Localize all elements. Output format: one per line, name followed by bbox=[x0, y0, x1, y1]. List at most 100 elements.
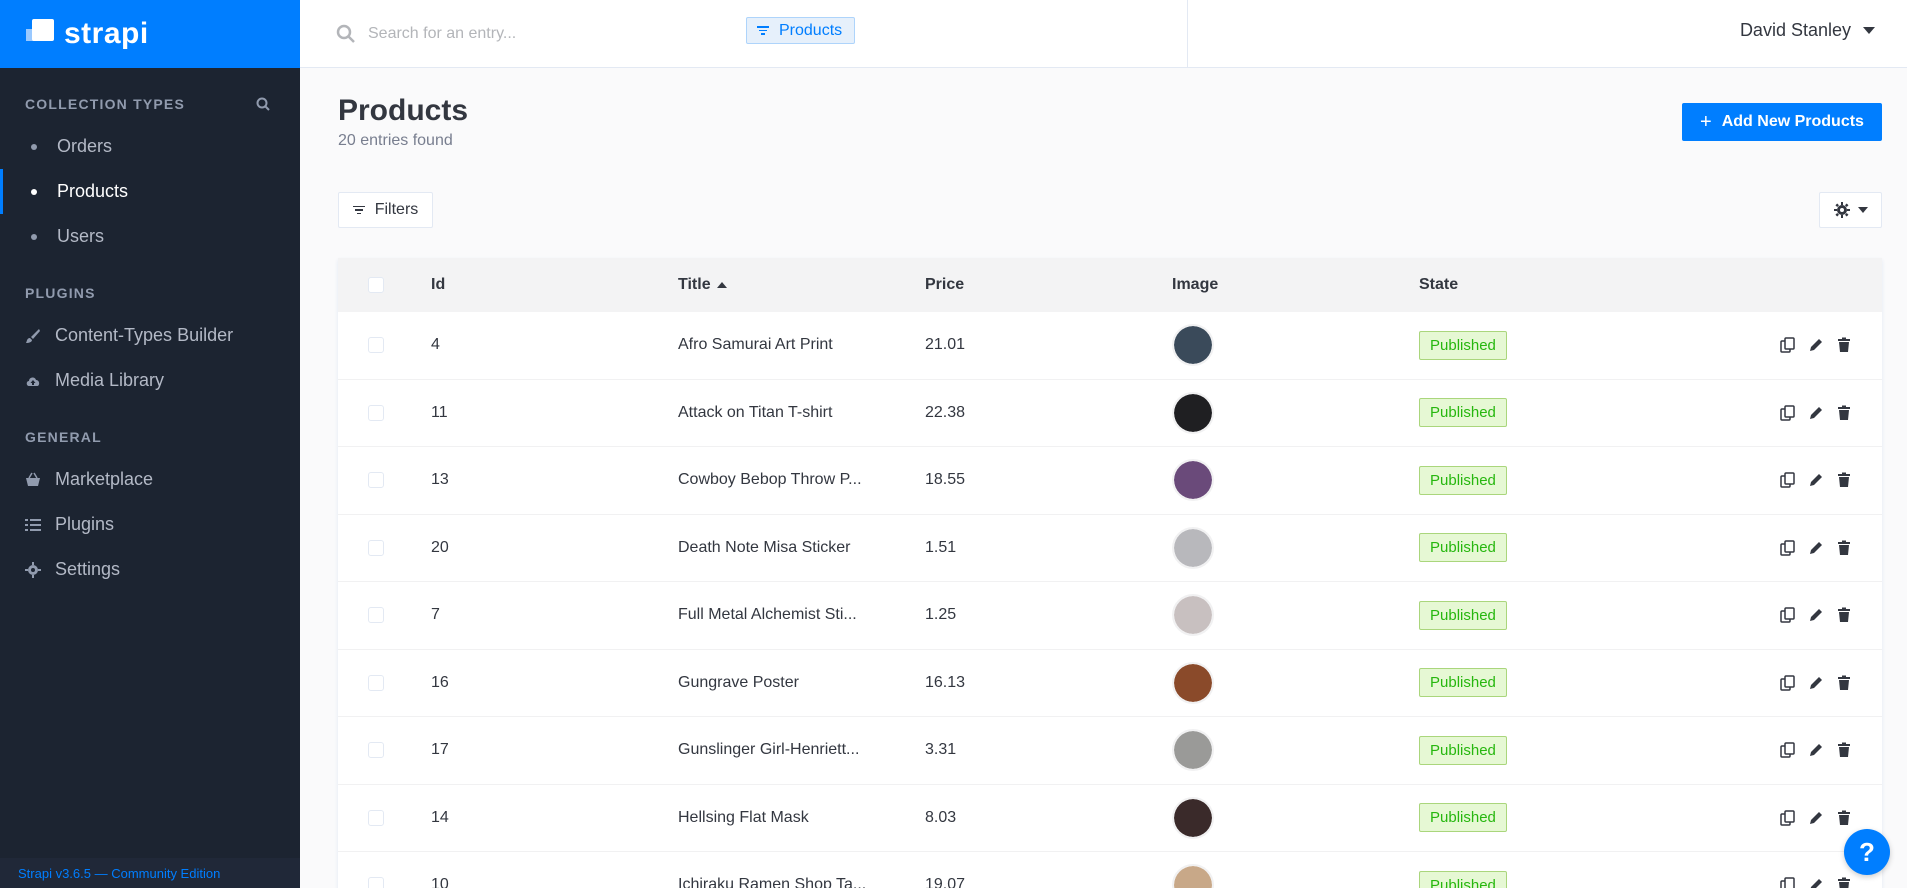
sidebar-item-content-types-builder[interactable]: Content-Types Builder bbox=[25, 313, 270, 358]
trash-icon[interactable] bbox=[1836, 405, 1852, 421]
status-badge: Published bbox=[1419, 803, 1507, 833]
sidebar-item-products[interactable]: Products bbox=[0, 169, 270, 214]
topbar: Search for an entry... Products David St… bbox=[300, 0, 1907, 68]
filters-button[interactable]: Filters bbox=[338, 192, 433, 228]
product-thumbnail bbox=[1172, 391, 1214, 434]
trash-icon[interactable] bbox=[1836, 607, 1852, 623]
duplicate-icon[interactable] bbox=[1780, 405, 1796, 421]
row-checkbox[interactable] bbox=[368, 404, 384, 421]
sidebar-item-media-library[interactable]: Media Library bbox=[25, 358, 270, 403]
table-body: 4 Afro Samurai Art Print 21.01 Published 11 A… bbox=[338, 312, 1882, 888]
cell-id: 14 bbox=[431, 808, 449, 826]
cell-price: 1.25 bbox=[925, 606, 957, 624]
search-icon bbox=[336, 24, 355, 43]
row-checkbox[interactable] bbox=[368, 877, 384, 888]
duplicate-icon[interactable] bbox=[1780, 877, 1796, 888]
status-badge: Published bbox=[1419, 330, 1507, 360]
status-badge: Published bbox=[1419, 533, 1507, 563]
table-row[interactable]: 17 Gunslinger Girl-Henriett... 3.31 Publish… bbox=[338, 717, 1882, 785]
column-header-price[interactable]: Price bbox=[925, 276, 1172, 294]
edit-icon[interactable] bbox=[1808, 810, 1824, 826]
column-header-state[interactable]: State bbox=[1419, 276, 1719, 294]
product-thumbnail bbox=[1172, 864, 1214, 888]
search-input[interactable]: Search for an entry... bbox=[368, 25, 516, 43]
user-menu[interactable]: David Stanley bbox=[1740, 20, 1875, 41]
cell-title: Ichiraku Ramen Shop Ta... bbox=[678, 876, 867, 888]
table-row[interactable]: 20 Death Note Misa Sticker 1.51 Published bbox=[338, 515, 1882, 582]
trash-icon[interactable] bbox=[1836, 810, 1852, 826]
general-heading: GENERAL bbox=[25, 429, 102, 445]
trash-icon[interactable] bbox=[1836, 675, 1852, 691]
row-checkbox[interactable] bbox=[368, 337, 384, 354]
bullet-icon bbox=[31, 143, 37, 150]
duplicate-icon[interactable] bbox=[1780, 472, 1796, 488]
add-new-button[interactable]: + Add New Products bbox=[1682, 103, 1882, 141]
table-row[interactable]: 7 Full Metal Alchemist Sti... 1.25 Publishe… bbox=[338, 582, 1882, 650]
cell-id: 10 bbox=[431, 876, 449, 888]
sidebar-item-marketplace[interactable]: Marketplace bbox=[25, 457, 270, 502]
edit-icon[interactable] bbox=[1808, 540, 1824, 556]
row-checkbox[interactable] bbox=[368, 539, 384, 556]
sidebar-item-settings[interactable]: Settings bbox=[25, 547, 270, 592]
edit-icon[interactable] bbox=[1808, 472, 1824, 488]
duplicate-icon[interactable] bbox=[1780, 810, 1796, 826]
cell-price: 18.55 bbox=[925, 471, 966, 489]
status-badge: Published bbox=[1419, 668, 1507, 698]
trash-icon[interactable] bbox=[1836, 540, 1852, 556]
help-button[interactable]: ? bbox=[1844, 829, 1890, 875]
row-checkbox[interactable] bbox=[368, 674, 384, 691]
row-checkbox[interactable] bbox=[368, 809, 384, 826]
edit-icon[interactable] bbox=[1808, 675, 1824, 691]
logo[interactable]: strapi bbox=[0, 0, 300, 68]
cell-id: 20 bbox=[431, 538, 449, 556]
sidebar-item-plugins[interactable]: Plugins bbox=[25, 502, 270, 547]
duplicate-icon[interactable] bbox=[1780, 540, 1796, 556]
product-thumbnail bbox=[1172, 324, 1214, 367]
settings-dropdown-button[interactable] bbox=[1819, 192, 1882, 228]
trash-icon[interactable] bbox=[1836, 742, 1852, 758]
entries-count: 20 entries found bbox=[338, 132, 453, 149]
select-all-checkbox[interactable] bbox=[368, 277, 384, 293]
cell-price: 16.13 bbox=[925, 673, 966, 691]
column-header-id[interactable]: Id bbox=[431, 276, 678, 294]
edit-icon[interactable] bbox=[1808, 607, 1824, 623]
table-row[interactable]: 14 Hellsing Flat Mask 8.03 Published bbox=[338, 785, 1882, 852]
chevron-down-icon bbox=[1857, 207, 1868, 213]
edit-icon[interactable] bbox=[1808, 337, 1824, 353]
duplicate-icon[interactable] bbox=[1780, 742, 1796, 758]
table-row[interactable]: 10 Ichiraku Ramen Shop Ta... 19.07 Publishe… bbox=[338, 852, 1882, 888]
duplicate-icon[interactable] bbox=[1780, 607, 1796, 623]
trash-icon[interactable] bbox=[1836, 472, 1852, 488]
status-badge: Published bbox=[1419, 465, 1507, 495]
plus-icon: + bbox=[1700, 110, 1712, 133]
table-header: Id Title Price Image State bbox=[338, 258, 1882, 312]
search-icon[interactable] bbox=[256, 97, 270, 111]
filter-icon bbox=[352, 205, 365, 215]
cell-title: Hellsing Flat Mask bbox=[678, 808, 809, 826]
trash-icon[interactable] bbox=[1836, 877, 1852, 888]
search-bar[interactable]: Search for an entry... Products bbox=[336, 0, 1188, 68]
column-header-image[interactable]: Image bbox=[1172, 276, 1419, 294]
row-checkbox[interactable] bbox=[368, 607, 384, 624]
table-row[interactable]: 4 Afro Samurai Art Print 21.01 Published bbox=[338, 312, 1882, 380]
gear-icon bbox=[25, 561, 41, 578]
edit-icon[interactable] bbox=[1808, 742, 1824, 758]
duplicate-icon[interactable] bbox=[1780, 675, 1796, 691]
bullet-icon bbox=[31, 233, 37, 240]
edit-icon[interactable] bbox=[1808, 877, 1824, 888]
table-row[interactable]: 11 Attack on Titan T-shirt 22.38 Published bbox=[338, 380, 1882, 447]
row-checkbox[interactable] bbox=[368, 472, 384, 489]
row-checkbox[interactable] bbox=[368, 742, 384, 759]
table-row[interactable]: 13 Cowboy Bebop Throw P... 18.55 Published bbox=[338, 447, 1882, 515]
duplicate-icon[interactable] bbox=[1780, 337, 1796, 353]
column-header-title[interactable]: Title bbox=[678, 276, 925, 294]
sidebar-item-users[interactable]: Users bbox=[25, 214, 270, 259]
filter-chip[interactable]: Products bbox=[746, 17, 856, 44]
table-row[interactable]: 16 Gungrave Poster 16.13 Published bbox=[338, 650, 1882, 717]
trash-icon[interactable] bbox=[1836, 337, 1852, 353]
edit-icon[interactable] bbox=[1808, 405, 1824, 421]
version-footer[interactable]: Strapi v3.6.5 — Community Edition bbox=[0, 858, 300, 888]
sidebar-item-orders[interactable]: Orders bbox=[25, 124, 270, 169]
chevron-down-icon bbox=[1863, 27, 1875, 34]
filter-icon bbox=[757, 26, 769, 35]
